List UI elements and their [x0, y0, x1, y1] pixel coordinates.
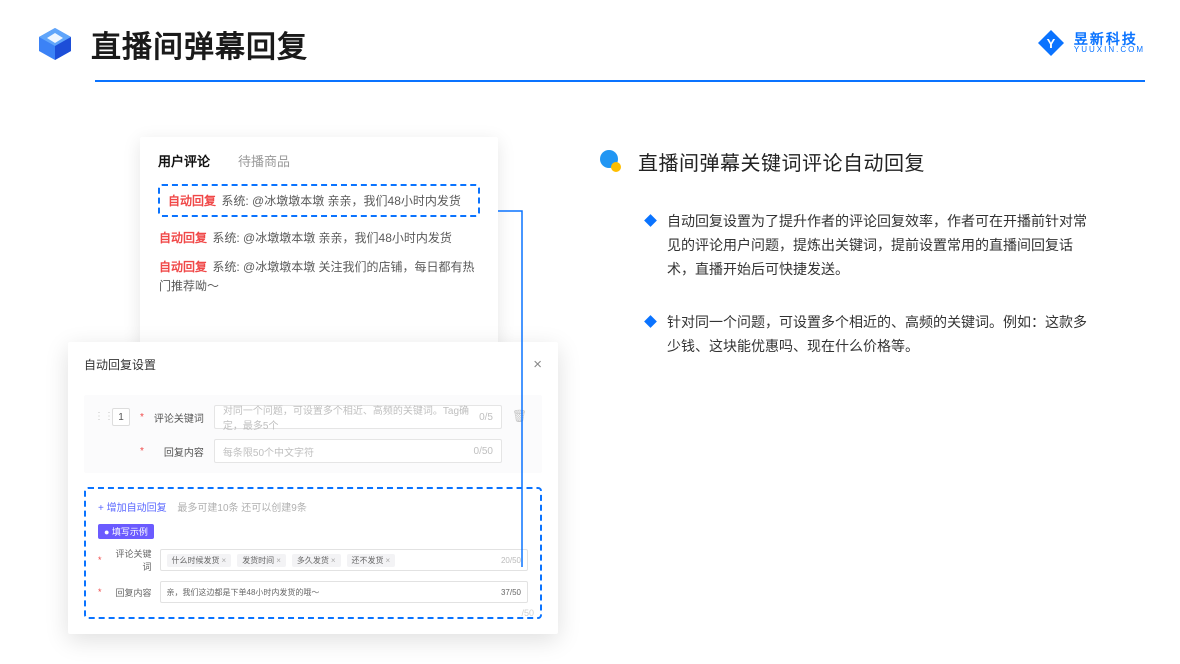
tag-remove-icon[interactable]: ×: [276, 556, 281, 565]
example-content-input[interactable]: 亲，我们这边都是下单48小时内发货的哦～ 37/50: [160, 581, 528, 603]
highlight-comment-text: 系统: @冰墩墩本墩 亲亲，我们48小时内发货: [221, 194, 461, 208]
brand-logo-icon: Y: [1036, 28, 1066, 58]
delete-icon[interactable]: 🗑: [512, 405, 528, 463]
bullet-text: 自动回复设置为了提升作者的评论回复效率，作者可在开播前针对常见的评论用户问题，提…: [667, 210, 1095, 281]
content-input[interactable]: 每条限50个中文字符 0/50: [214, 439, 502, 463]
keyword-label: 评论关键词: [154, 410, 204, 425]
required-star: *: [98, 587, 102, 597]
brand-logo: Y 昱新科技 YUUXIN.COM: [1036, 28, 1145, 58]
highlighted-auto-reply: 自动回复 系统: @冰墩墩本墩 亲亲，我们48小时内发货: [158, 184, 480, 217]
tag-remove-icon[interactable]: ×: [386, 556, 391, 565]
header-divider: [95, 80, 1145, 82]
add-hint: 最多可建10条 还可以创建9条: [177, 503, 306, 514]
comment-text: 系统: @冰墩墩本墩 亲亲，我们48小时内发货: [212, 231, 452, 245]
drag-handle-icon[interactable]: ⋮⋮: [94, 405, 102, 463]
bullet-item: 自动回复设置为了提升作者的评论回复效率，作者可在开播前针对常见的评论用户问题，提…: [600, 210, 1095, 281]
keyword-counter: 0/5: [479, 412, 493, 423]
auto-reply-badge: 自动回复: [168, 194, 216, 208]
example-content-label: 回复内容: [110, 586, 152, 599]
tag-remove-icon[interactable]: ×: [331, 556, 336, 565]
close-icon[interactable]: ×: [533, 356, 542, 373]
section-title: 直播间弹幕关键词评论自动回复: [638, 147, 925, 176]
svg-text:Y: Y: [1047, 36, 1056, 51]
ghost-counter: /50: [521, 608, 534, 618]
form-block: ⋮⋮ 1 * 评论关键词 对同一个问题，可设置多个相近、高频的关键词。Tag确定…: [84, 395, 542, 473]
content-placeholder: 每条限50个中文字符: [223, 444, 314, 459]
example-badge: ● 填写示例: [98, 524, 154, 539]
example-tag-counter: 20/50: [501, 556, 521, 565]
bullet-item: 针对同一个问题，可设置多个相近的、高频的关键词。例如：这款多少钱、这块能优惠吗、…: [600, 311, 1095, 359]
tab-pending-goods[interactable]: 待播商品: [238, 151, 290, 170]
comment-row: 自动回复 系统: @冰墩墩本墩 亲亲，我们48小时内发货: [158, 229, 480, 248]
auto-reply-settings-card: 自动回复设置 × ⋮⋮ 1 * 评论关键词 对同一个问题，可设置多个相近、高频的…: [68, 342, 558, 634]
example-content-counter: 37/50: [501, 588, 521, 597]
tab-user-comments[interactable]: 用户评论: [158, 151, 210, 170]
brand-name-en: YUUXIN.COM: [1074, 46, 1145, 54]
auto-reply-badge: 自动回复: [159, 260, 207, 274]
cube-icon: [35, 24, 75, 64]
comments-tabs: 用户评论 待播商品: [158, 151, 480, 170]
tag-item[interactable]: 多久发货×: [292, 554, 341, 567]
required-star: *: [98, 555, 102, 565]
tag-item[interactable]: 什么时候发货×: [167, 554, 232, 567]
keyword-input[interactable]: 对同一个问题，可设置多个相近、高频的关键词。Tag确定，最多5个 0/5: [214, 405, 502, 429]
keyword-placeholder: 对同一个问题，可设置多个相近、高频的关键词。Tag确定，最多5个: [223, 402, 479, 432]
add-auto-reply-link[interactable]: + 增加自动回复: [98, 503, 167, 514]
brand-name-cn: 昱新科技: [1074, 32, 1145, 46]
bullet-text: 针对同一个问题，可设置多个相近的、高频的关键词。例如：这款多少钱、这块能优惠吗、…: [667, 311, 1095, 359]
tag-item[interactable]: 还不发货×: [347, 554, 396, 567]
example-keyword-tags[interactable]: 什么时候发货× 发货时间× 多久发货× 还不发货× 20/50: [160, 549, 528, 571]
comments-card: 用户评论 待播商品 自动回复 系统: @冰墩墩本墩 亲亲，我们48小时内发货 自…: [140, 137, 498, 355]
content-label: 回复内容: [154, 444, 204, 459]
section-bullet-icon: [600, 150, 624, 174]
comment-row: 自动回复 系统: @冰墩墩本墩 关注我们的店铺，每日都有热门推荐呦～: [158, 258, 480, 296]
required-star: *: [140, 412, 144, 423]
auto-reply-badge: 自动回复: [159, 231, 207, 245]
rule-number: 1: [112, 408, 130, 426]
example-content-text: 亲，我们这边都是下单48小时内发货的哦～: [167, 587, 320, 598]
diamond-icon: [644, 316, 657, 329]
tag-remove-icon[interactable]: ×: [222, 556, 227, 565]
diamond-icon: [644, 214, 657, 227]
example-highlight: + 增加自动回复 最多可建10条 还可以创建9条 ● 填写示例 * 评论关键词 …: [84, 487, 542, 619]
page-title: 直播间弹幕回复: [91, 22, 308, 66]
settings-title: 自动回复设置: [84, 356, 156, 373]
tag-item[interactable]: 发货时间×: [237, 554, 286, 567]
content-counter: 0/50: [474, 446, 493, 457]
required-star: *: [140, 446, 144, 457]
example-keyword-label: 评论关键词: [110, 547, 152, 573]
